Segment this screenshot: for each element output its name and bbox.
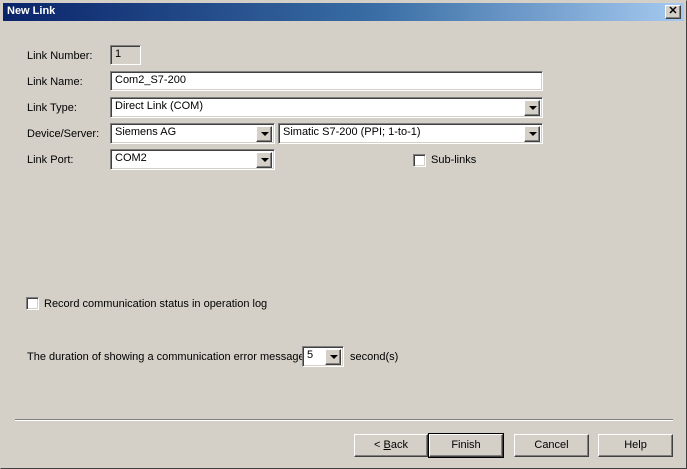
- cancel-button[interactable]: Cancel: [514, 434, 589, 457]
- record-status-checkbox[interactable]: [26, 297, 39, 310]
- device-value: Simatic S7-200 (PPI; 1-to-1): [283, 126, 421, 138]
- link-type-select[interactable]: Direct Link (COM): [110, 97, 543, 118]
- link-name-value: Com2_S7-200: [115, 74, 186, 86]
- error-duration-select[interactable]: 5: [302, 346, 344, 367]
- window-title: New Link: [7, 5, 56, 17]
- back-button-prefix: <: [374, 439, 384, 451]
- sub-links-checkbox[interactable]: [413, 154, 426, 167]
- link-port-label: Link Port:: [27, 154, 74, 166]
- back-button-label: ack: [390, 439, 408, 451]
- link-name-label: Link Name:: [27, 76, 83, 88]
- finish-button-label: Finish: [451, 439, 481, 451]
- close-button[interactable]: ✕: [665, 5, 681, 19]
- footer-separator: [15, 419, 673, 421]
- link-port-select[interactable]: COM2: [110, 149, 275, 170]
- manufacturer-select[interactable]: Siemens AG: [110, 123, 275, 144]
- link-number-value: 1: [115, 48, 122, 60]
- device-server-label: Device/Server:: [27, 128, 100, 140]
- new-link-dialog: New Link ✕ Link Number: 1 Link Name: Com…: [0, 0, 687, 469]
- link-port-value: COM2: [115, 152, 147, 164]
- record-status-label[interactable]: Record communication status in operation…: [44, 298, 267, 310]
- chevron-down-icon[interactable]: [256, 152, 272, 168]
- help-button-label: Help: [624, 439, 647, 451]
- title-bar[interactable]: New Link ✕: [3, 3, 684, 21]
- chevron-down-icon[interactable]: [524, 126, 540, 142]
- close-icon: ✕: [668, 5, 678, 17]
- chevron-down-icon[interactable]: [256, 126, 272, 142]
- device-select[interactable]: Simatic S7-200 (PPI; 1-to-1): [278, 123, 543, 144]
- back-button-mnemonic: B: [383, 439, 391, 451]
- finish-button[interactable]: Finish: [428, 433, 504, 458]
- link-number-label: Link Number:: [27, 50, 93, 62]
- manufacturer-value: Siemens AG: [115, 126, 177, 138]
- help-button[interactable]: Help: [598, 434, 673, 457]
- error-duration-unit: second(s): [350, 351, 399, 363]
- cancel-button-label: Cancel: [534, 439, 569, 451]
- error-duration-value: 5: [307, 349, 314, 361]
- link-type-label: Link Type:: [27, 102, 77, 114]
- back-button[interactable]: < Back: [354, 434, 428, 457]
- sub-links-label[interactable]: Sub-links: [431, 154, 476, 166]
- link-number-field: 1: [110, 45, 141, 65]
- chevron-down-icon[interactable]: [325, 349, 341, 365]
- chevron-down-icon[interactable]: [524, 100, 540, 116]
- link-type-value: Direct Link (COM): [115, 100, 204, 112]
- error-duration-label: The duration of showing a communication …: [27, 351, 308, 363]
- link-name-input[interactable]: Com2_S7-200: [110, 71, 543, 91]
